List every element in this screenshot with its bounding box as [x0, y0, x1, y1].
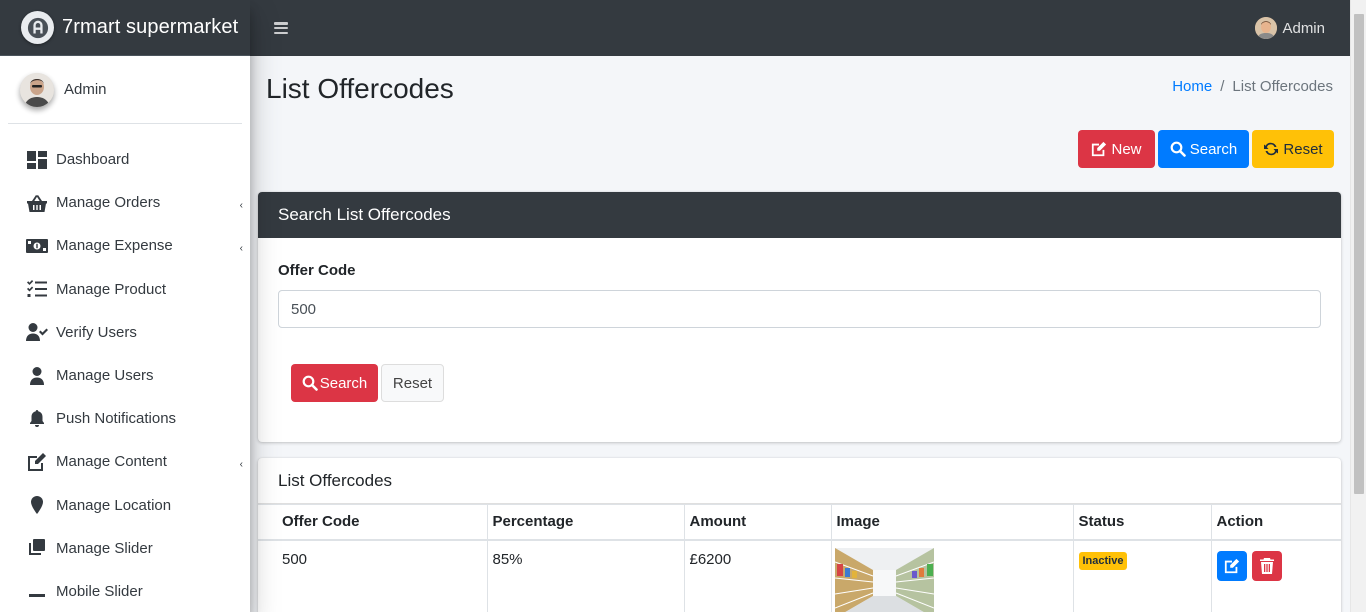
sidebar-item-label: Dashboard: [56, 151, 130, 169]
sidebar-item-label: Push Notifications: [56, 410, 177, 428]
brand-logo-icon: [21, 11, 54, 44]
cell-amount: £6200: [683, 539, 832, 612]
avatar: [1255, 17, 1278, 39]
cell-status: Inactive: [1072, 539, 1212, 612]
new-button-label: New: [1111, 140, 1142, 158]
column-header-image[interactable]: Image: [830, 504, 1074, 541]
top-user-menu[interactable]: Admin: [1255, 17, 1325, 39]
top-navbar: Admin: [250, 0, 1366, 56]
cell-offer-code: 500: [258, 539, 488, 612]
list-card: List Offercodes Offer Code Percentage Am…: [258, 458, 1341, 612]
avatar: [20, 72, 54, 107]
breadcrumb: Home / List Offercodes: [1172, 78, 1333, 95]
sidebar-nav: Dashboard Manage Orders ‹ Manage Expense…: [0, 138, 250, 612]
breadcrumb-separator: /: [1220, 78, 1225, 95]
table-header-row: Offer Code Percentage Amount Image Statu…: [258, 504, 1341, 541]
user-panel[interactable]: Admin: [8, 56, 242, 124]
trash-icon: [1259, 557, 1274, 574]
edit-icon: [1224, 558, 1239, 573]
sidebar-item-manage-location[interactable]: Manage Location: [0, 484, 250, 527]
column-header-action: Action: [1210, 504, 1341, 541]
sidebar-item-verify-users[interactable]: Verify Users: [0, 311, 250, 354]
user-check-icon: [26, 322, 48, 342]
sidebar-item-manage-orders[interactable]: Manage Orders ‹: [0, 181, 250, 224]
sidebar-item-label: Verify Users: [56, 323, 137, 341]
status-badge: Inactive: [1078, 551, 1128, 570]
search-card: Search List Offercodes Offer Code Search…: [258, 192, 1341, 442]
column-header-amount[interactable]: Amount: [683, 504, 832, 541]
caret-icon: ‹: [239, 243, 243, 255]
brand-link[interactable]: 7rmart supermarket: [0, 0, 250, 56]
main-content: List Offercodes Home / List Offercodes N…: [250, 56, 1350, 612]
cell-percentage: 85%: [486, 539, 685, 612]
sidebar-item-manage-slider[interactable]: Manage Slider: [0, 527, 250, 570]
delete-row-button[interactable]: [1251, 550, 1282, 581]
caret-icon: ‹: [239, 200, 243, 212]
sidebar-item-label: Manage Content: [56, 453, 167, 471]
breadcrumb-current: List Offercodes: [1232, 78, 1333, 95]
clone-icon: [26, 538, 48, 558]
sidebar-item-manage-expense[interactable]: Manage Expense ‹: [0, 224, 250, 267]
cell-action: [1210, 539, 1341, 612]
search-submit-button[interactable]: Search: [291, 364, 378, 402]
search-toggle-button[interactable]: Search: [1158, 130, 1249, 168]
sidebar-item-label: Manage Orders: [56, 194, 161, 212]
sidebar-item-mobile-slider[interactable]: Mobile Slider: [0, 570, 250, 612]
money-icon: [26, 236, 48, 256]
scrollbar-thumb[interactable]: [1354, 14, 1364, 494]
edit-icon: [1092, 141, 1107, 157]
supermarket-aisle-image: [834, 547, 934, 612]
page-title: List Offercodes: [266, 73, 454, 104]
search-submit-label: Search: [319, 374, 368, 392]
table-row: 500 85% £6200 Inactive: [258, 539, 1341, 612]
search-card-header: Search List Offercodes: [258, 192, 1341, 238]
action-bar: New Search Reset: [1078, 130, 1334, 168]
offercodes-table: Offer Code Percentage Amount Image Statu…: [258, 504, 1341, 612]
sync-icon: [1264, 142, 1279, 156]
bell-icon: [26, 409, 48, 429]
top-user-name: Admin: [1282, 19, 1325, 37]
sidebar-item-label: Manage Location: [56, 496, 172, 514]
sidebar-item-push-notifications[interactable]: Push Notifications: [0, 397, 250, 440]
edit-icon: [26, 452, 48, 472]
offer-code-label: Offer Code: [278, 262, 356, 279]
page-scrollbar[interactable]: [1350, 0, 1366, 612]
new-button[interactable]: New: [1078, 130, 1155, 168]
hamburger-menu-icon[interactable]: [274, 21, 288, 35]
search-reset-button[interactable]: Reset: [381, 364, 444, 402]
map-marker-icon: [26, 495, 48, 515]
breadcrumb-home-link[interactable]: Home: [1172, 78, 1212, 95]
sidebar-item-label: Manage Product: [56, 280, 167, 298]
edit-row-button[interactable]: [1216, 550, 1247, 581]
sidebar-item-label: Manage Users: [56, 367, 154, 385]
user-icon: [26, 366, 48, 386]
column-header-percentage[interactable]: Percentage: [486, 504, 685, 541]
sidebar-item-manage-product[interactable]: Manage Product: [0, 268, 250, 311]
offer-code-input[interactable]: [278, 290, 1321, 328]
dashboard-icon: [26, 150, 48, 170]
sidebar-item-dashboard[interactable]: Dashboard: [0, 138, 250, 181]
list-card-title: List Offercodes: [258, 458, 1341, 504]
sidebar-item-label: Manage Expense: [56, 237, 173, 255]
search-icon: [302, 375, 318, 391]
sidebar-item-label: Mobile Slider: [56, 582, 143, 600]
sidebar-user-name: Admin: [64, 81, 107, 98]
cell-image: [830, 539, 1074, 612]
reset-button-label: Reset: [1283, 140, 1323, 158]
reset-button[interactable]: Reset: [1252, 130, 1334, 168]
minus-icon: [26, 581, 48, 601]
sidebar-item-manage-users[interactable]: Manage Users: [0, 354, 250, 397]
search-icon: [1170, 141, 1186, 157]
sidebar: 7rmart supermarket Admin Dashboard Manag…: [0, 0, 250, 612]
sidebar-item-label: Manage Slider: [56, 539, 153, 557]
basket-icon: [26, 193, 48, 213]
column-header-status[interactable]: Status: [1072, 504, 1212, 541]
tasks-icon: [26, 279, 48, 299]
sidebar-item-manage-content[interactable]: Manage Content ‹: [0, 440, 250, 483]
brand-name: 7rmart supermarket: [62, 16, 239, 38]
caret-icon: ‹: [239, 459, 243, 471]
search-toggle-label: Search: [1189, 140, 1238, 158]
column-header-offer-code[interactable]: Offer Code: [258, 504, 488, 541]
